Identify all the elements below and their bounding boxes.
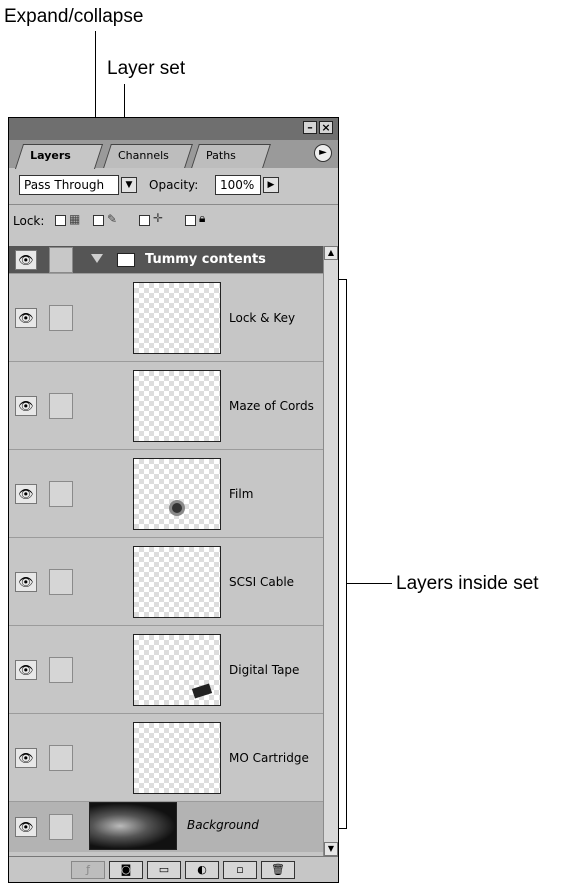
add-mask-button[interactable]: ◙ <box>109 861 143 879</box>
tab-paths[interactable]: Paths <box>191 144 271 168</box>
background-layer-row[interactable]: 👁︎ Background <box>9 802 323 852</box>
opacity-label: Opacity: <box>149 178 199 192</box>
lock-label: Lock: <box>13 214 45 228</box>
layer-set-name: Tummy contents <box>145 252 266 267</box>
layers-palette: – × Layers Channels Paths ► Pass Through… <box>8 117 339 883</box>
link-cell[interactable] <box>49 393 73 419</box>
layers-scrollbar[interactable]: ▲ ▼ <box>323 246 338 856</box>
xray-thumbnail <box>89 802 177 850</box>
layer-thumbnail <box>133 722 221 794</box>
blend-row: Pass Through ▼ Opacity: 100% ▶ <box>9 170 338 200</box>
lock-all-checkbox[interactable] <box>185 215 196 226</box>
layer-name: SCSI Cable <box>229 575 295 589</box>
minimize-button[interactable]: – <box>303 121 317 134</box>
palette-title-bar[interactable]: – × <box>9 118 338 140</box>
blend-mode-select[interactable]: Pass Through <box>19 175 119 195</box>
palette-menu-button[interactable]: ► <box>314 144 332 162</box>
brush-icon: ✎ <box>107 212 118 226</box>
link-cell[interactable] <box>49 481 73 507</box>
leader-bracket-vertical <box>346 279 347 829</box>
lock-transparency-checkbox[interactable] <box>55 215 66 226</box>
layer-row[interactable]: 👁︎ Lock & Key <box>9 274 323 362</box>
tab-layers[interactable]: Layers <box>14 144 104 169</box>
expand-triangle-icon[interactable] <box>91 254 103 263</box>
layer-name: Maze of Cords <box>229 399 314 413</box>
scroll-down-button[interactable]: ▼ <box>324 842 338 856</box>
layer-name: MO Cartridge <box>229 751 309 765</box>
visibility-eye-icon[interactable]: 👁︎ <box>15 484 37 504</box>
layer-row[interactable]: 👁︎ SCSI Cable <box>9 538 323 626</box>
opacity-input[interactable]: 100% <box>215 175 261 195</box>
visibility-eye-icon[interactable]: 👁︎ <box>15 748 37 768</box>
layer-name: Film <box>229 487 254 501</box>
link-cell[interactable] <box>49 247 73 273</box>
background-layer-name: Background <box>187 818 259 832</box>
tab-row: Layers Channels Paths ► <box>9 140 338 169</box>
annotation-expand-collapse: Expand/collapse <box>4 6 144 27</box>
annotation-layer-set: Layer set <box>107 58 186 79</box>
visibility-eye-icon[interactable]: 👁︎ <box>15 308 37 328</box>
layer-row[interactable]: 👁︎ Digital Tape <box>9 626 323 714</box>
layer-row[interactable]: 👁︎ Film <box>9 450 323 538</box>
layer-thumbnail <box>133 458 221 530</box>
adjustment-layer-button[interactable]: ◐ <box>185 861 219 879</box>
layer-row[interactable]: 👁︎ MO Cartridge <box>9 714 323 802</box>
leader-line-layers-inside <box>346 583 392 584</box>
link-cell[interactable] <box>49 745 73 771</box>
lock-position-checkbox[interactable] <box>139 215 150 226</box>
layer-thumbnail <box>133 546 221 618</box>
opacity-slider-button[interactable]: ▶ <box>263 177 279 193</box>
scroll-up-button[interactable]: ▲ <box>324 246 338 260</box>
tab-channels[interactable]: Channels <box>103 144 193 168</box>
close-button[interactable]: × <box>319 121 333 134</box>
layer-thumbnail <box>133 370 221 442</box>
layer-thumbnail <box>133 282 221 354</box>
lock-transparency-icon: ▦ <box>69 212 81 226</box>
layers-list: 👁︎ Tummy contents 👁︎ Lock & Key 👁︎ Maze … <box>9 246 338 852</box>
lock-row: Lock: ▦ ✎ ✛ 🔒︎ <box>9 204 338 235</box>
palette-bottom-bar: ƒ ◙ ▭ ◐ ▫ 🗑︎ <box>9 856 338 882</box>
move-icon: ✛ <box>153 211 164 225</box>
visibility-eye-icon[interactable]: 👁︎ <box>15 396 37 416</box>
layer-style-button[interactable]: ƒ <box>71 861 105 879</box>
link-cell[interactable] <box>49 569 73 595</box>
blend-mode-dropdown-button[interactable]: ▼ <box>121 177 137 193</box>
visibility-eye-icon[interactable]: 👁︎ <box>15 660 37 680</box>
visibility-eye-icon[interactable]: 👁︎ <box>15 250 37 270</box>
film-reel-icon <box>169 500 185 516</box>
link-cell[interactable] <box>49 814 73 840</box>
layer-thumbnail <box>133 634 221 706</box>
layer-name: Lock & Key <box>229 311 296 325</box>
new-layer-button[interactable]: ▫ <box>223 861 257 879</box>
folder-icon <box>117 253 135 267</box>
lock-image-checkbox[interactable] <box>93 215 104 226</box>
trash-icon[interactable]: 🗑︎ <box>261 861 295 879</box>
padlock-icon: 🔒︎ <box>199 211 206 225</box>
visibility-eye-icon[interactable]: 👁︎ <box>15 572 37 592</box>
layer-name: Digital Tape <box>229 663 300 677</box>
new-set-button[interactable]: ▭ <box>147 861 181 879</box>
annotation-layers-inside-set: Layers inside set <box>396 573 539 594</box>
link-cell[interactable] <box>49 657 73 683</box>
link-cell[interactable] <box>49 305 73 331</box>
visibility-eye-icon[interactable]: 👁︎ <box>15 817 37 837</box>
layer-set-row[interactable]: 👁︎ Tummy contents <box>9 246 323 274</box>
layer-row[interactable]: 👁︎ Maze of Cords <box>9 362 323 450</box>
